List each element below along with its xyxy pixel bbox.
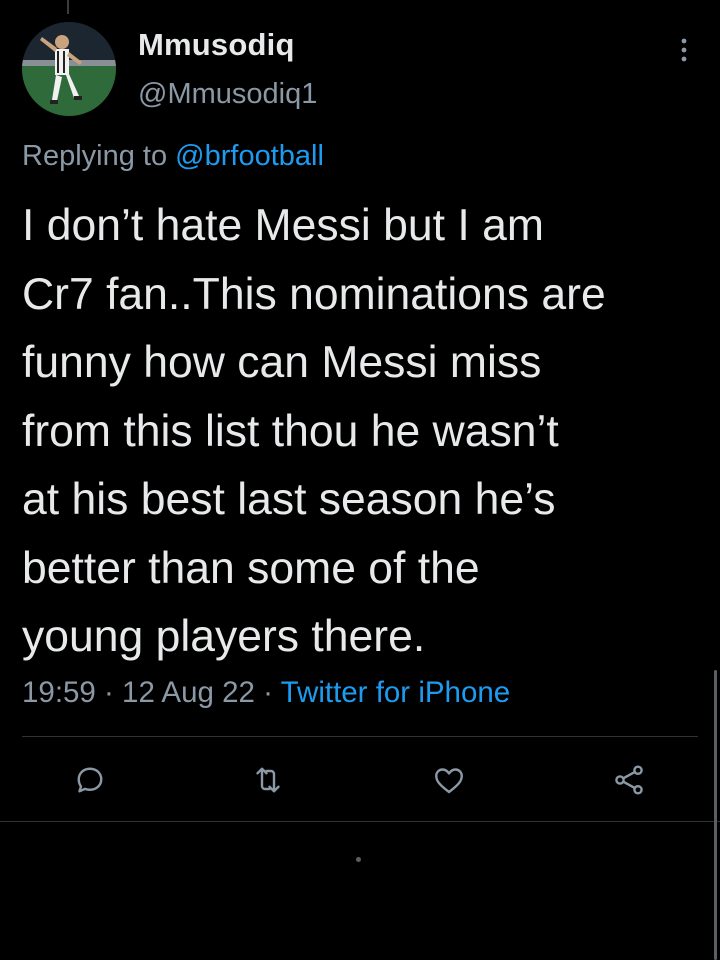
- tweet-source-link[interactable]: Twitter for iPhone: [281, 676, 511, 709]
- replying-to-mention-link[interactable]: @brfootball: [175, 140, 324, 172]
- loading-indicator: [356, 857, 361, 862]
- tweet-time[interactable]: 19:59: [22, 676, 96, 709]
- retweet-icon: [256, 767, 280, 793]
- display-name[interactable]: Mmusodiq: [138, 26, 295, 64]
- like-icon: [435, 768, 463, 794]
- meta-separator-2: ·: [254, 676, 281, 709]
- divider-below-actions: [0, 821, 720, 822]
- tweet-actions-bar: [0, 758, 720, 802]
- share-icon: [615, 765, 643, 795]
- reply-icon: [77, 767, 103, 793]
- tweet-metadata: 19:59 · 12 Aug 22 · Twitter for iPhone: [22, 674, 510, 712]
- like-button[interactable]: [427, 758, 471, 802]
- more-vertical-icon[interactable]: [672, 36, 696, 64]
- avatar[interactable]: [22, 22, 116, 116]
- tweet-date[interactable]: 12 Aug 22: [122, 676, 255, 709]
- divider-above-actions: [22, 736, 698, 737]
- share-button[interactable]: [607, 758, 651, 802]
- replying-to-prefix: Replying to: [22, 140, 176, 172]
- retweet-button[interactable]: [246, 758, 290, 802]
- reply-button[interactable]: [68, 758, 112, 802]
- avatar-photo: [22, 22, 116, 116]
- replying-to-line: Replying to @brfootball: [22, 138, 324, 174]
- user-handle[interactable]: @Mmusodiq1: [138, 76, 317, 112]
- tweet-text: I don’t hate Messi but I am Cr7 fan..Thi…: [22, 201, 606, 661]
- meta-separator-1: ·: [95, 676, 123, 709]
- scrollbar[interactable]: [714, 670, 717, 960]
- thread-connector-line: [67, 0, 69, 14]
